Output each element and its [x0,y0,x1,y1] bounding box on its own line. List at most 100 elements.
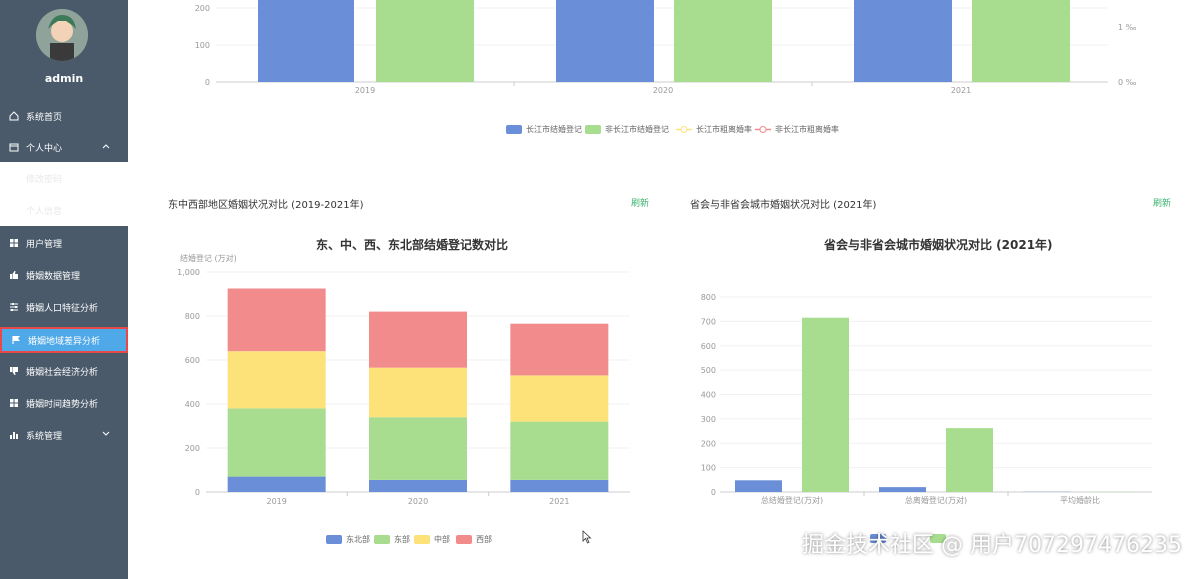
grid-icon [9,398,19,408]
x-tick-label: 2021 [549,497,569,506]
top-y-tick: 0 [205,78,210,87]
sidebar-item-label: 婚姻人口特征分析 [26,303,99,314]
bar-segment [510,421,609,480]
legend-line-icon [755,126,771,133]
sidebar-item-population-analysis[interactable]: 婚姻人口特征分析 [0,294,128,320]
y-tick-label: 0 [711,488,716,497]
top-x-tick: 2020 [653,86,673,95]
section-title-regional: 东中西部地区婚姻状况对比 (2019-2021年) [168,200,364,211]
top-legend-item[interactable]: 长江市结婚登记 [506,124,582,135]
sidebar-item-label: 系统首页 [26,112,63,123]
y-tick-label: 100 [701,464,716,473]
y-tick-label: 0 [195,488,200,497]
bar-chart-icon [9,430,19,440]
x-tick-label: 总离婚登记(万对) [905,495,967,505]
y-axis-label: 结婚登记 (万对) [180,253,237,263]
legend-item-east[interactable]: 东部 [374,534,410,545]
top-bar-2019-non-changjiang [376,0,474,82]
sidebar-item-label: 个人信息 [26,206,63,217]
section-title-capital: 省会与非省会城市婚姻状况对比 (2021年) [690,200,877,211]
sidebar-item-change-password[interactable]: 修改密码 [0,162,128,194]
regional-stacked-bar-chart: 结婚登记 (万对) 1,000 800 600 400 200 0 2019 2020 202… [177,253,630,506]
chart-title-capital: 省会与非省会城市婚姻状况对比 (2021年) [824,238,1053,252]
bar-segment [369,367,467,418]
bar [879,487,926,492]
sidebar-item-system-management[interactable]: 系统管理 [0,422,128,448]
capital-bar-chart: 800 700 600 500 400 300 200 100 0 总结婚登记(万对) 总离婚登记… [701,293,1152,505]
chevron-down-icon [102,430,110,440]
legend-item-west[interactable]: 西部 [456,534,492,545]
sidebar-item-label: 婚姻社会经济分析 [26,367,99,378]
thumbs-up-icon [9,270,19,280]
legend-swatch [506,125,522,134]
y-tick-label: 600 [701,342,716,351]
legend-label: 长江市粗离婚率 [696,125,752,134]
sidebar: admin 系统首页 个人中心 修改密码 个人信息 用户管理 婚姻数据管理 婚姻… [0,0,128,579]
top-legend-item[interactable]: 长江市粗离婚率 [676,124,752,135]
sidebar-item-personal-info[interactable]: 个人信息 [0,194,128,226]
bar-segment [369,479,467,492]
legend-label: 非长江市粗离婚率 [775,125,839,134]
top-legend-item[interactable]: 非长江市粗离婚率 [755,124,839,135]
bar-segment [227,476,326,492]
sidebar-item-label: 婚姻地域差异分析 [28,336,101,347]
sidebar-item-label: 修改密码 [26,174,63,185]
legend-label: 东北部 [346,535,370,544]
refresh-button[interactable]: 刷新 [1153,196,1171,209]
y-tick-label: 500 [701,366,716,375]
username: admin [44,72,84,85]
bar-segment [227,408,326,477]
y-tick-label: 600 [185,356,200,365]
bar [946,428,993,492]
legend-swatch [374,535,390,544]
top-y-tick: 100 [195,41,210,50]
avatar[interactable] [36,9,88,61]
legend-swatch [414,535,430,544]
legend-line-icon [676,126,692,133]
sidebar-item-user-management[interactable]: 用户管理 [0,230,128,256]
calendar-icon [9,142,19,152]
y-tick-label: 400 [701,391,716,400]
y-tick-label: 800 [701,293,716,302]
x-tick-label: 2020 [408,497,428,506]
y-tick-label: 300 [701,415,716,424]
top-legend-item[interactable]: 非长江市结婚登记 [585,124,669,135]
sidebar-item-home[interactable]: 系统首页 [0,103,128,129]
top-bar-2020-non-changjiang [674,0,772,82]
sliders-icon [9,302,19,312]
y-tick-label: 800 [185,312,200,321]
legend-swatch [585,125,601,134]
bar-segment [227,351,326,409]
sidebar-item-label: 用户管理 [26,239,63,250]
bar-segment [369,417,467,480]
legend-label: 非长江市结婚登记 [605,125,669,134]
chevron-up-icon [102,142,110,152]
legend-swatch [456,535,472,544]
sidebar-item-time-trend-analysis[interactable]: 婚姻时间趋势分析 [0,390,128,416]
top-chart: 200 100 0 1 ‰ 0 ‰ 2019 2020 2021 [195,0,1137,95]
grid-icon [9,238,19,248]
legend-label: 西部 [476,535,492,544]
sidebar-item-personal-center[interactable]: 个人中心 [0,134,128,160]
top-bar-2021-non-changjiang [972,0,1070,82]
bar [735,480,782,492]
sidebar-item-marriage-data[interactable]: 婚姻数据管理 [0,262,128,288]
sidebar-item-label: 系统管理 [26,431,63,442]
sidebar-item-regional-analysis[interactable]: 婚姻地域差异分析 [0,327,128,353]
legend-label: 长江市结婚登记 [526,125,582,134]
y-tick-label: 1,000 [177,268,200,277]
top-bar-2019-changjiang [258,0,354,82]
bar-segment [369,311,467,368]
y-tick-label: 200 [701,439,716,448]
sidebar-item-socioeconomic-analysis[interactable]: 婚姻社会经济分析 [0,358,128,384]
legend-item-northeast[interactable]: 东北部 [326,534,370,545]
legend-swatch [326,535,342,544]
x-tick-label: 2019 [266,497,286,506]
legend-item-central[interactable]: 中部 [414,534,450,545]
home-icon [9,111,19,121]
bar-segment [510,323,609,376]
x-tick-label: 平均婚龄比 [1060,495,1100,505]
bar-segment [227,288,326,352]
x-tick-label: 总结婚登记(万对) [761,495,823,505]
refresh-button[interactable]: 刷新 [631,196,649,209]
